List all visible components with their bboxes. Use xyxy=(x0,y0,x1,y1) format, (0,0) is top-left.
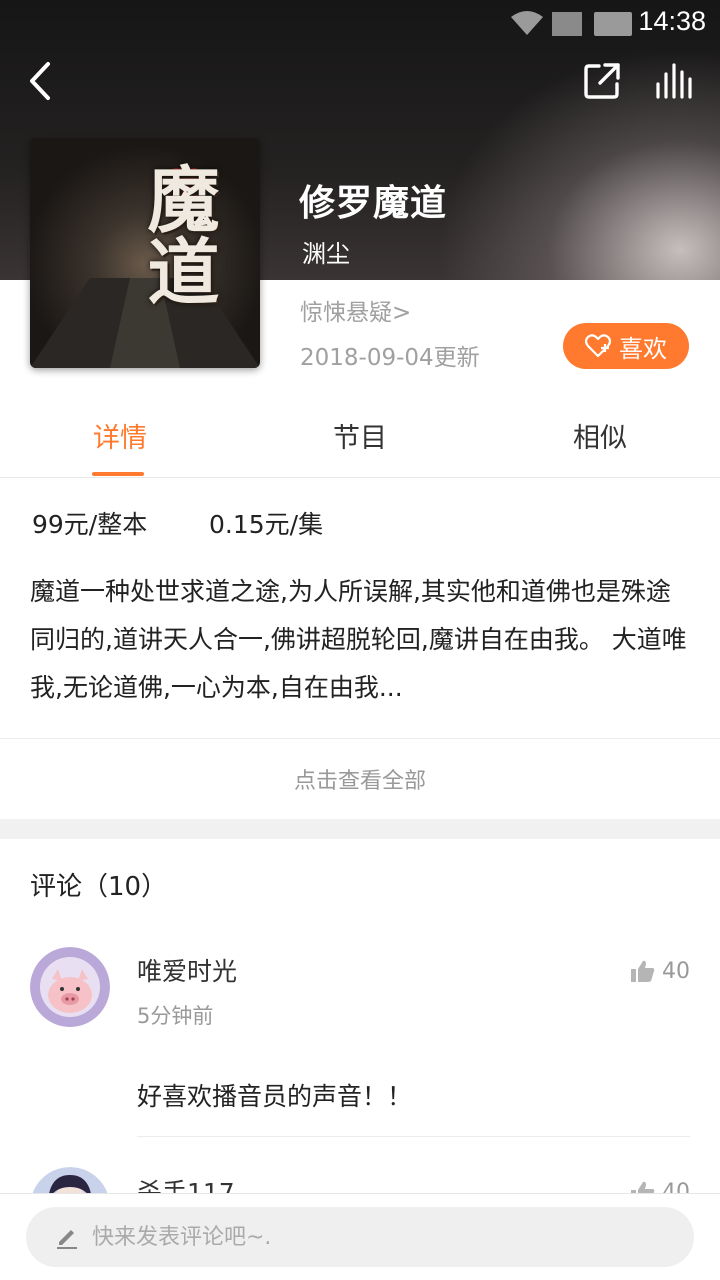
avatar[interactable] xyxy=(30,947,110,1027)
tab-similar[interactable]: 相似 xyxy=(480,416,720,455)
comment-text: 好喜欢播音员的声音！！ xyxy=(137,1082,413,1111)
comment-time: 5分钟前 xyxy=(137,1004,214,1028)
book-author[interactable]: 渊尘 xyxy=(302,234,350,269)
battery-icon xyxy=(594,12,632,36)
comment-divider xyxy=(137,1136,690,1137)
heart-plus-icon xyxy=(585,334,611,358)
like-button[interactable]: 喜欢 xyxy=(563,323,689,369)
price-per-episode: 0.15元/集 xyxy=(209,510,324,539)
tab-bar: 详情 节目 相似 xyxy=(0,398,720,478)
tab-details[interactable]: 详情 xyxy=(0,416,240,455)
now-playing-icon[interactable] xyxy=(654,62,692,100)
section-separator xyxy=(0,819,720,839)
price-whole-book: 99元/整本 xyxy=(32,510,148,539)
tab-active-indicator xyxy=(92,472,144,476)
status-time: 14:38 xyxy=(638,6,706,36)
comment-bar xyxy=(0,1193,720,1280)
share-icon[interactable] xyxy=(583,62,621,100)
cover-title: 魔道 xyxy=(135,162,220,306)
thumbs-up-icon[interactable] xyxy=(631,960,655,982)
book-category[interactable]: 惊悚悬疑> xyxy=(300,293,411,327)
wifi-icon xyxy=(511,11,543,35)
divider xyxy=(0,738,720,739)
book-description: 魔道一种处世求道之途,为人所误解,其实他和道佛也是殊途同归的,道讲天人合一,佛讲… xyxy=(30,577,687,702)
back-icon[interactable] xyxy=(22,58,62,104)
book-title: 修罗魔道 xyxy=(299,183,448,224)
comment-like-count: 40 xyxy=(662,959,690,984)
tab-episodes[interactable]: 节目 xyxy=(240,416,480,455)
view-all-link[interactable]: 点击查看全部 xyxy=(0,763,720,795)
commenter-name[interactable]: 唯爱时光 xyxy=(137,952,237,988)
comments-title: 评论（10） xyxy=(30,872,168,902)
book-cover: 魔道 xyxy=(30,138,260,368)
comment-input[interactable] xyxy=(26,1207,694,1267)
like-button-label: 喜欢 xyxy=(619,334,667,363)
signal-icon xyxy=(552,12,582,36)
book-updated-date: 2018-09-04更新 xyxy=(300,345,480,371)
pencil-icon xyxy=(57,1230,77,1249)
status-bar: 14:38 xyxy=(0,0,720,48)
